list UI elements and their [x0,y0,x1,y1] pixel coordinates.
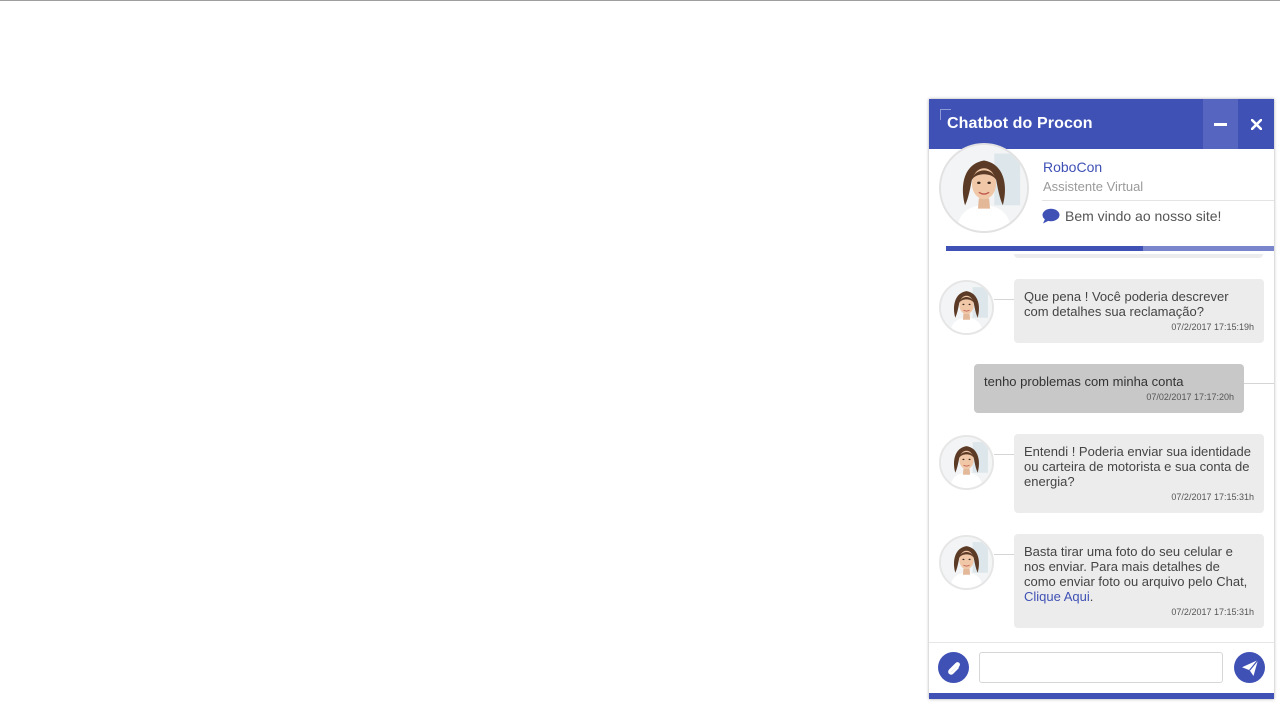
message-timestamp: 07/02/2017 17:17:20h [1146,392,1234,402]
welcome-message: Bem vindo ao nosso site! [1042,208,1221,224]
chat-bubble-icon [1042,208,1060,224]
message-timestamp: 07/2/2017 17:15:31h [1171,607,1254,617]
paper-plane-icon [1241,659,1258,676]
message-timestamp: 07/2/2017 17:15:19h [1171,322,1254,332]
message-list[interactable]: Que pena ! Você poderia descrever com de… [929,254,1274,639]
user-message-bubble: tenho problemas com minha conta 07/02/20… [974,364,1244,413]
message-text: Que pena ! Você poderia descrever com de… [1024,289,1229,319]
attach-button[interactable] [938,652,969,683]
message-connector [994,554,1014,555]
message-input[interactable] [979,652,1223,683]
progress-fill [946,246,1143,251]
message-text-suffix: . [1089,589,1094,604]
help-link[interactable]: Clique Aqui [1024,589,1090,604]
close-icon [1251,118,1262,130]
bot-profile: RoboCon Assistente Virtual Bem vindo ao … [929,143,1274,254]
bot-message-avatar [939,535,994,590]
top-border [0,0,1280,1]
send-button[interactable] [1234,652,1265,683]
chat-header: Chatbot do Procon [929,99,1274,149]
minimize-icon [1214,122,1227,126]
bot-message-bubble: Entendi ! Poderia enviar sua identidade … [1014,434,1264,513]
message-connector [1244,383,1274,384]
message-connector [994,299,1014,300]
progress-bar [946,246,1274,251]
bot-avatar [939,143,1029,233]
chat-title: Chatbot do Procon [947,115,1093,132]
chat-widget: Chatbot do Procon RoboCon Assistente Vir… [929,99,1274,699]
bot-name: RoboCon [1043,159,1103,175]
minimize-button[interactable] [1203,99,1238,149]
bottom-accent-bar [929,693,1274,699]
bot-message-bubble: Basta tirar uma foto do seu celular e no… [1014,534,1264,628]
welcome-text: Bem vindo ao nosso site! [1065,208,1222,224]
message-connector [994,454,1014,455]
message-text: Entendi ! Poderia enviar sua identidade … [1024,444,1251,489]
bot-message-avatar [939,435,994,490]
bot-message-bubble: Que pena ! Você poderia descrever com de… [1014,279,1264,343]
previous-message-stub [1014,254,1263,258]
composer [929,642,1274,693]
bot-message-avatar [939,280,994,335]
message-text: Basta tirar uma foto do seu celular e no… [1024,544,1248,589]
close-button[interactable] [1239,99,1274,149]
paperclip-icon [947,661,960,675]
profile-divider [1042,200,1274,201]
message-text: tenho problemas com minha conta [984,374,1184,389]
bot-role: Assistente Virtual [1043,179,1144,194]
message-timestamp: 07/2/2017 17:15:31h [1171,492,1254,502]
